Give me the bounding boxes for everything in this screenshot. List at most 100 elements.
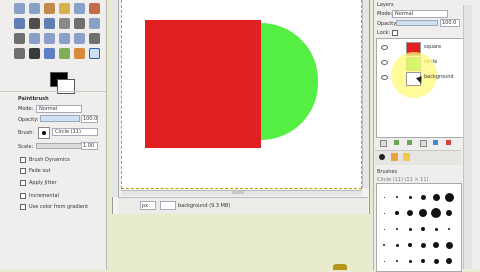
perspective-icon[interactable] xyxy=(74,33,85,44)
brush-swatch[interactable] xyxy=(383,244,385,246)
measure-icon[interactable] xyxy=(59,18,70,29)
tab-gradients[interactable] xyxy=(403,153,410,161)
brush-swatch[interactable] xyxy=(383,212,385,214)
brush-swatch[interactable] xyxy=(434,227,438,231)
brush-swatch[interactable] xyxy=(383,228,385,230)
scale-field[interactable]: 1.00 xyxy=(81,142,98,150)
brush-swatch[interactable] xyxy=(407,210,413,216)
layers-opacity-slider[interactable] xyxy=(396,20,438,26)
zoom-icon[interactable] xyxy=(44,18,55,29)
brush-swatch[interactable] xyxy=(421,259,425,263)
blend-icon[interactable] xyxy=(59,48,70,59)
move-icon[interactable] xyxy=(74,18,85,29)
mode-label: Mode: xyxy=(18,106,34,112)
opacity-label: Opacity: xyxy=(18,117,39,123)
brush-swatch[interactable] xyxy=(446,210,452,216)
canvas-vertical-scrollbar[interactable] xyxy=(362,0,369,188)
tool-options-title: Paintbrush xyxy=(18,96,49,102)
scale-icon[interactable] xyxy=(44,33,55,44)
color-picker-icon[interactable] xyxy=(29,18,40,29)
brush-swatch[interactable] xyxy=(408,259,412,263)
status-layer-text: background (9.3 MB) xyxy=(178,203,231,209)
brush-swatch[interactable] xyxy=(420,194,426,200)
crop-icon[interactable] xyxy=(14,33,25,44)
duplicate-layer-icon[interactable] xyxy=(420,140,427,147)
brush-swatch[interactable] xyxy=(420,242,426,248)
cage-icon[interactable] xyxy=(14,48,25,59)
align-icon[interactable] xyxy=(89,18,100,29)
scale-label: Scale: xyxy=(18,144,34,150)
brushes-title: Brushes xyxy=(377,169,398,175)
lasso-icon[interactable] xyxy=(44,3,55,14)
brushes-tabs xyxy=(375,150,461,165)
brush-swatch[interactable] xyxy=(421,227,425,231)
lock-alpha-checkbox[interactable] xyxy=(392,30,398,36)
brush-swatch[interactable] xyxy=(396,196,398,198)
red-square-shape xyxy=(145,20,261,148)
bucket-fill-icon[interactable] xyxy=(44,48,55,59)
tab-patterns[interactable] xyxy=(391,153,398,161)
rotate-icon[interactable] xyxy=(29,33,40,44)
shear-icon[interactable] xyxy=(59,33,70,44)
layers-mode-label: Mode: xyxy=(377,11,393,17)
horizontal-scroll-thumb[interactable] xyxy=(232,191,244,194)
brush-swatch[interactable] xyxy=(431,208,441,218)
brush-swatch[interactable] xyxy=(408,227,412,231)
tab-brushes[interactable] xyxy=(379,154,385,160)
vertical-ruler xyxy=(112,0,119,197)
paths-icon[interactable] xyxy=(14,18,25,29)
layers-opacity-label: Opacity: xyxy=(377,21,398,27)
flip-icon[interactable] xyxy=(89,33,100,44)
brush-swatch[interactable] xyxy=(432,193,440,201)
brush-preview[interactable] xyxy=(38,127,50,139)
ellipse-select-icon[interactable] xyxy=(29,3,40,14)
scale-slider[interactable] xyxy=(36,143,82,149)
brush-name-field: Circle (11) xyxy=(52,128,98,136)
scissors-icon[interactable] xyxy=(89,3,100,14)
zoom-select[interactable] xyxy=(160,201,176,210)
rect-select-icon[interactable] xyxy=(14,3,25,14)
raise-layer-icon[interactable] xyxy=(394,140,399,145)
toolbox-divider xyxy=(0,91,106,92)
layers-opacity-field[interactable]: 100.0 xyxy=(440,19,460,27)
new-layer-icon[interactable] xyxy=(380,140,387,147)
brush-swatch[interactable] xyxy=(433,258,439,264)
eye-icon[interactable] xyxy=(381,45,388,50)
pencil-icon[interactable] xyxy=(74,48,85,59)
mode-select[interactable]: Normal xyxy=(36,105,82,113)
opacity-slider[interactable] xyxy=(40,115,80,122)
layers-title: Layers xyxy=(377,2,394,8)
brush-swatch[interactable] xyxy=(446,258,452,264)
brush-swatch[interactable] xyxy=(395,243,399,247)
brush-swatch[interactable] xyxy=(419,209,427,217)
layers-lock-label: Lock: xyxy=(377,30,391,36)
paintbrush-icon[interactable] xyxy=(89,48,100,59)
brush-swatch[interactable] xyxy=(396,260,398,262)
brush-label: Brush: xyxy=(18,130,35,136)
layers-button-bar xyxy=(376,138,462,148)
text-icon[interactable] xyxy=(29,48,40,59)
brush-swatch[interactable] xyxy=(408,195,412,199)
brush-swatch[interactable] xyxy=(383,196,385,198)
lower-canvas-area xyxy=(112,214,368,270)
delete-layer-icon[interactable] xyxy=(446,140,451,145)
brush-swatch[interactable] xyxy=(408,243,412,247)
anchor-layer-icon[interactable] xyxy=(433,140,438,145)
brush-swatch[interactable] xyxy=(444,192,454,202)
fuzzy-select-icon[interactable] xyxy=(59,3,70,14)
brush-swatch[interactable] xyxy=(445,241,453,249)
brush-swatch[interactable] xyxy=(383,260,385,262)
color-select-icon[interactable] xyxy=(74,3,85,14)
eye-icon[interactable] xyxy=(381,60,388,65)
layers-mode-select[interactable]: Normal xyxy=(392,10,448,18)
opacity-field[interactable]: 100.0 xyxy=(81,115,98,123)
eye-icon[interactable] xyxy=(381,75,388,80)
brush-swatch[interactable] xyxy=(396,228,398,230)
partial-icon xyxy=(333,264,347,270)
dock-scrollbar[interactable] xyxy=(463,5,472,269)
brush-swatch[interactable] xyxy=(448,228,450,230)
unit-select[interactable]: px xyxy=(140,201,156,210)
brush-swatch[interactable] xyxy=(433,242,439,248)
lower-layer-icon[interactable] xyxy=(407,140,412,145)
brush-swatch[interactable] xyxy=(395,211,399,215)
